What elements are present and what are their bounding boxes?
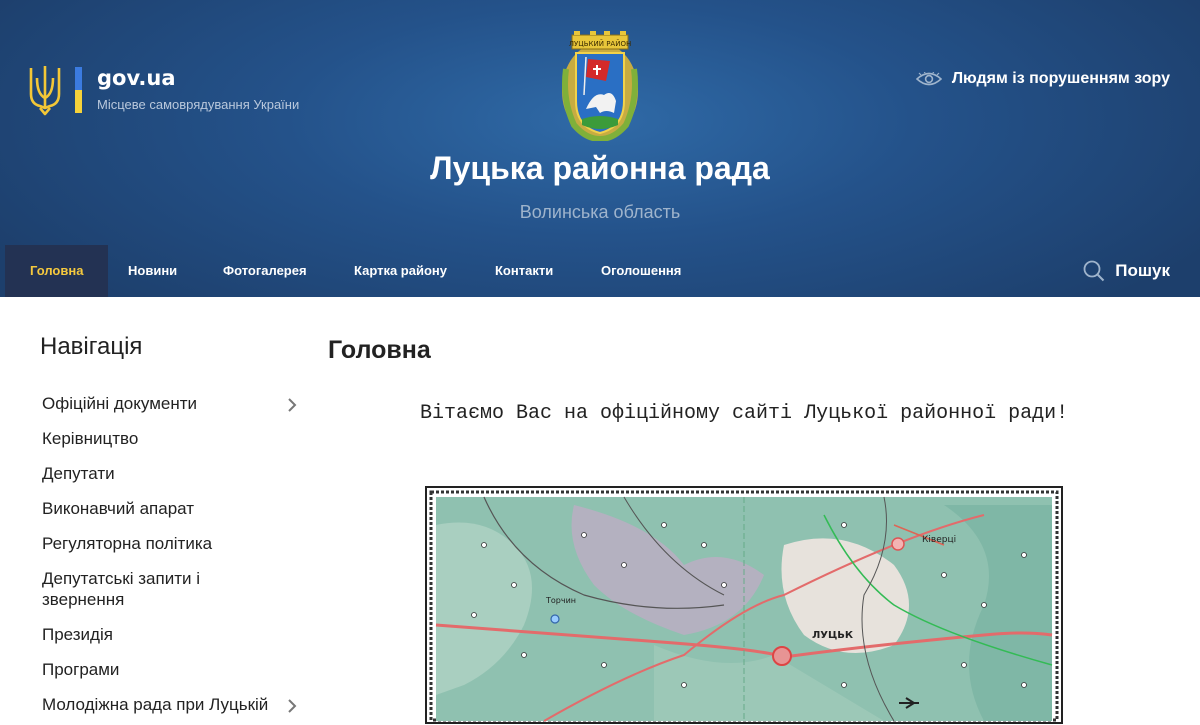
sidebar-item-label: Молодіжна рада при Луцькій bbox=[42, 695, 269, 714]
nav-item-gallery[interactable]: Фотогалерея bbox=[223, 245, 307, 297]
sidebar-item-label: Керівництво bbox=[42, 429, 139, 448]
sidebar-item-presidium[interactable]: Президія bbox=[42, 624, 302, 645]
sidebar-item-regulatory-policy[interactable]: Регуляторна політика bbox=[42, 533, 302, 554]
sidebar-item-executive-staff[interactable]: Виконавчий апарат bbox=[42, 498, 302, 519]
sidebar-item-official-documents[interactable]: Офіційні документи bbox=[42, 393, 302, 414]
sidebar-item-leadership[interactable]: Керівництво bbox=[42, 428, 302, 449]
sidebar-item-label: Президія bbox=[42, 625, 113, 644]
ukraine-flag bbox=[75, 67, 82, 113]
sidebar-item-label: Депутатські запити і звернення bbox=[42, 569, 200, 609]
district-map[interactable]: ЛУЦЬК Ківерці Торчин bbox=[424, 485, 1064, 725]
nav-item-announcements[interactable]: Оголошення bbox=[601, 245, 681, 297]
accessibility-label: Людям із порушенням зору bbox=[951, 70, 1170, 87]
coat-of-arms-icon: ЛУЦЬКИЙ РАЙОН bbox=[562, 31, 638, 141]
site-subtitle: Волинська область bbox=[519, 202, 681, 222]
chevron-right-icon[interactable] bbox=[285, 699, 299, 713]
map-label-kivertsi: Ківерці bbox=[922, 535, 956, 545]
sidebar-item-label: Регуляторна політика bbox=[42, 534, 213, 553]
site-header: gov.ua Місцеве самоврядування України ЛУ… bbox=[0, 0, 1200, 297]
page-title: Головна bbox=[328, 336, 431, 364]
accessibility-link[interactable]: Людям із порушенням зору bbox=[915, 70, 1170, 88]
sidebar-item-label: Виконавчий апарат bbox=[42, 499, 195, 518]
sidebar-item-label: Програми bbox=[42, 660, 120, 679]
welcome-text: Вітаємо Вас на офіційному сайті Луцької … bbox=[420, 402, 1069, 425]
sidebar-item-label: Офіційні документи bbox=[42, 394, 198, 413]
chevron-right-icon[interactable] bbox=[285, 398, 299, 412]
map-label-lutsk: ЛУЦЬК bbox=[812, 630, 854, 641]
sidebar-item-programs[interactable]: Програми bbox=[42, 659, 302, 680]
eye-icon bbox=[915, 72, 942, 86]
sidebar-title: Навігація bbox=[40, 333, 143, 360]
search-label: Пошук bbox=[1115, 261, 1170, 280]
map-label-torchyn: Торчин bbox=[545, 596, 576, 605]
nav-item-district-card[interactable]: Картка району bbox=[354, 245, 447, 297]
trident-icon[interactable] bbox=[28, 64, 62, 116]
site-title: Луцька районна рада bbox=[430, 150, 770, 186]
sidebar-item-deputies[interactable]: Депутати bbox=[42, 463, 302, 484]
gov-ua-link[interactable]: gov.ua bbox=[97, 66, 176, 90]
sidebar-item-youth-council[interactable]: Молодіжна рада при Луцькій bbox=[42, 694, 302, 715]
main-navigation: Головна Новини Фотогалерея Картка району… bbox=[0, 245, 1200, 297]
svg-text:ЛУЦЬКИЙ РАЙОН: ЛУЦЬКИЙ РАЙОН bbox=[569, 39, 631, 48]
sidebar-item-deputy-requests[interactable]: Депутатські запити і звернення bbox=[42, 568, 222, 610]
nav-item-home[interactable]: Головна bbox=[5, 245, 109, 297]
sidebar-item-label: Депутати bbox=[42, 464, 115, 483]
nav-item-news[interactable]: Новини bbox=[128, 245, 177, 297]
search-icon bbox=[1083, 260, 1105, 282]
gov-ua-subtitle: Місцеве самоврядування України bbox=[97, 97, 300, 112]
search-button[interactable]: Пошук bbox=[1083, 245, 1170, 297]
nav-item-contacts[interactable]: Контакти bbox=[495, 245, 553, 297]
